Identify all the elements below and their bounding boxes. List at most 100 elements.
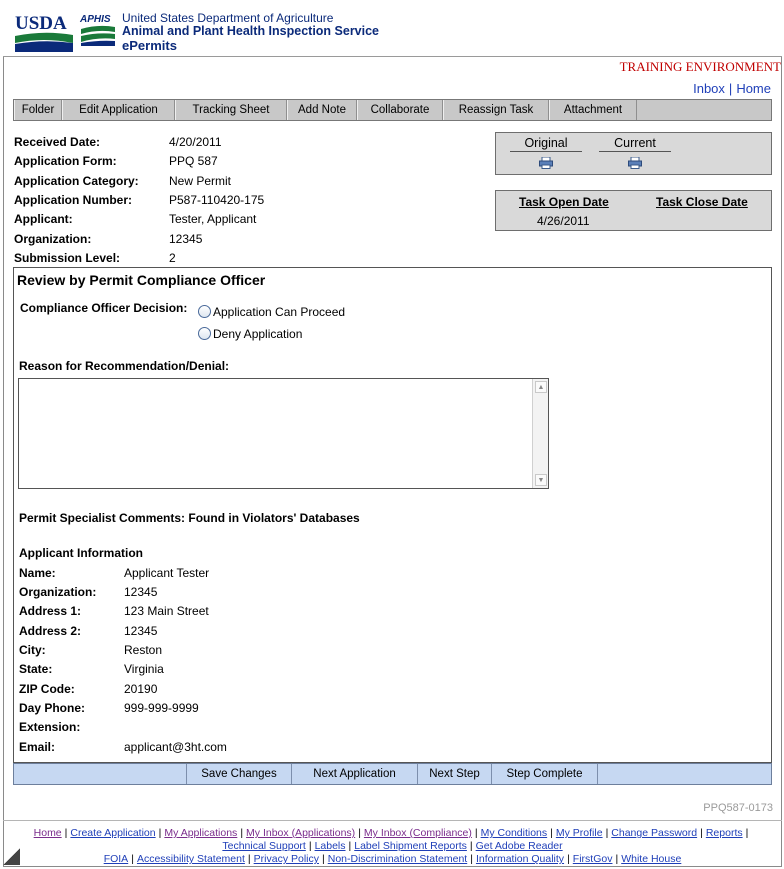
next-step-button[interactable]: Next Step [418, 764, 492, 784]
received-date-label: Received Date: [14, 135, 101, 149]
environment-label: TRAINING ENVIRONMENT [619, 59, 781, 74]
day-phone-label: Day Phone: [19, 701, 86, 715]
menu-folder[interactable]: Folder [14, 100, 62, 120]
footer-non-discrimination-link[interactable]: Non-Discrimination Statement [328, 853, 467, 865]
footer-my-applications-link[interactable]: My Applications [164, 827, 237, 839]
zip-value: 20190 [124, 682, 158, 696]
version-box: Original Current [495, 132, 772, 175]
applicant-org-label: Organization: [19, 585, 97, 599]
footer-links-primary: Home | Create Application | My Applications |… [33, 827, 749, 839]
extension-label: Extension: [19, 720, 81, 734]
email-label: Email: [19, 740, 56, 754]
application-category-label: Application Category: [14, 174, 139, 188]
reason-textarea[interactable]: ▲ ▼ [18, 378, 549, 489]
usda-logo: USDA [15, 13, 73, 52]
task-close-date-header: Task Close Date [656, 195, 748, 209]
address2-label: Address 2: [19, 624, 82, 638]
address1-value: 123 Main Street [124, 604, 209, 618]
footer-labels-link[interactable]: Labels [315, 840, 346, 852]
task-open-date-value: 4/26/2011 [537, 214, 590, 228]
step-complete-button[interactable]: Step Complete [492, 764, 598, 784]
email-value: applicant@3ht.com [124, 740, 227, 754]
footer-change-password-link[interactable]: Change Password [611, 827, 697, 839]
footer-information-quality-link[interactable]: Information Quality [476, 853, 564, 865]
footer-label-shipment-reports-link[interactable]: Label Shipment Reports [354, 840, 467, 852]
applicant-value: Tester, Applicant [169, 212, 257, 226]
footer-my-profile-link[interactable]: My Profile [556, 827, 603, 839]
proceed-radio[interactable] [198, 305, 211, 318]
organization-label: Organization: [14, 232, 92, 246]
proceed-option-label[interactable]: Application Can Proceed [213, 305, 345, 319]
save-changes-button[interactable]: Save Changes [187, 764, 292, 784]
print-current-icon[interactable] [628, 157, 642, 169]
footer-links-secondary: Technical Support | Labels | Label Shipment … [222, 840, 563, 852]
applicant-name-label: Name: [19, 566, 56, 580]
task-open-date-header: Task Open Date [519, 195, 609, 209]
applicant-info-title: Applicant Information [19, 546, 143, 560]
state-label: State: [19, 662, 53, 676]
organization-value: 12345 [169, 232, 203, 246]
form-code: PPQ587-0173 [703, 802, 773, 814]
footer-foia-link[interactable]: FOIA [104, 853, 129, 865]
specialist-comments: Permit Specialist Comments: Found in Vio… [19, 511, 360, 525]
scroll-down-icon[interactable]: ▼ [535, 474, 547, 486]
state-value: Virginia [124, 662, 164, 676]
address2-value: 12345 [124, 624, 158, 638]
city-value: Reston [124, 643, 163, 657]
menu-reassign-task[interactable]: Reassign Task [443, 100, 549, 120]
footer-white-house-link[interactable]: White House [621, 853, 681, 865]
footer-technical-support-link[interactable]: Technical Support [222, 840, 305, 852]
footer-accessibility-link[interactable]: Accessibility Statement [137, 853, 245, 865]
city-label: City: [19, 643, 46, 657]
aphis-logo-text: APHIS [79, 14, 111, 25]
footer-privacy-link[interactable]: Privacy Policy [254, 853, 319, 865]
menu-add-note[interactable]: Add Note [287, 100, 357, 120]
footer-reports-link[interactable]: Reports [706, 827, 743, 839]
received-date-value: 4/20/2011 [169, 135, 222, 149]
application-form-value: PPQ 587 [169, 154, 218, 168]
zip-label: ZIP Code: [19, 682, 75, 696]
decision-label: Compliance Officer Decision: [20, 301, 188, 315]
footer-links-legal: FOIA | Accessibility Statement | Privacy Pol… [103, 853, 682, 865]
footer-inbox-applications-link[interactable]: My Inbox (Applications) [246, 827, 355, 839]
org-line-service: Animal and Plant Health Inspection Servi… [122, 24, 380, 38]
applicant-name-value: Applicant Tester [124, 566, 210, 580]
reason-label: Reason for Recommendation/Denial: [19, 359, 230, 373]
aphis-logo: APHIS [79, 14, 115, 46]
review-panel: Review by Permit Compliance Officer Comp… [13, 267, 772, 763]
footer-home-link[interactable]: Home [34, 827, 62, 839]
task-dates-box: Task Open Date Task Close Date 4/26/2011 [495, 190, 772, 231]
home-link[interactable]: Home [736, 81, 771, 96]
footer-adobe-reader-link[interactable]: Get Adobe Reader [476, 840, 563, 852]
review-title: Review by Permit Compliance Officer [17, 272, 266, 288]
deny-radio[interactable] [198, 327, 211, 340]
day-phone-value: 999-999-9999 [124, 701, 199, 715]
application-category-value: New Permit [169, 174, 232, 188]
action-bar-spacer [14, 764, 187, 784]
menu-collaborate[interactable]: Collaborate [357, 100, 443, 120]
submission-level-value: 2 [169, 251, 176, 265]
footer-firstgov-link[interactable]: FirstGov [573, 853, 613, 865]
footer-divider [3, 820, 782, 821]
scroll-up-icon[interactable]: ▲ [535, 381, 547, 393]
next-application-button[interactable]: Next Application [292, 764, 418, 784]
usda-logo-text: USDA [15, 13, 67, 34]
footer-create-application-link[interactable]: Create Application [70, 827, 155, 839]
application-form-label: Application Form: [14, 154, 117, 168]
deny-option-label[interactable]: Deny Application [213, 327, 302, 341]
inbox-link[interactable]: Inbox [693, 81, 725, 96]
original-header: Original [510, 136, 582, 152]
application-number-value: P587-110420-175 [169, 193, 265, 207]
reason-scrollbar[interactable]: ▲ ▼ [532, 379, 548, 488]
applicant-org-value: 12345 [124, 585, 158, 599]
applicant-label: Applicant: [14, 212, 73, 226]
print-original-icon[interactable] [539, 157, 553, 169]
menu-tracking-sheet[interactable]: Tracking Sheet [175, 100, 287, 120]
menu-edit-application[interactable]: Edit Application [62, 100, 175, 120]
footer-my-conditions-link[interactable]: My Conditions [481, 827, 548, 839]
footer-inbox-compliance-link[interactable]: My Inbox (Compliance) [364, 827, 472, 839]
current-header: Current [599, 136, 671, 152]
menu-attachment[interactable]: Attachment [549, 100, 637, 120]
link-separator: | [728, 81, 733, 96]
org-line-department: United States Department of Agriculture [122, 11, 334, 25]
